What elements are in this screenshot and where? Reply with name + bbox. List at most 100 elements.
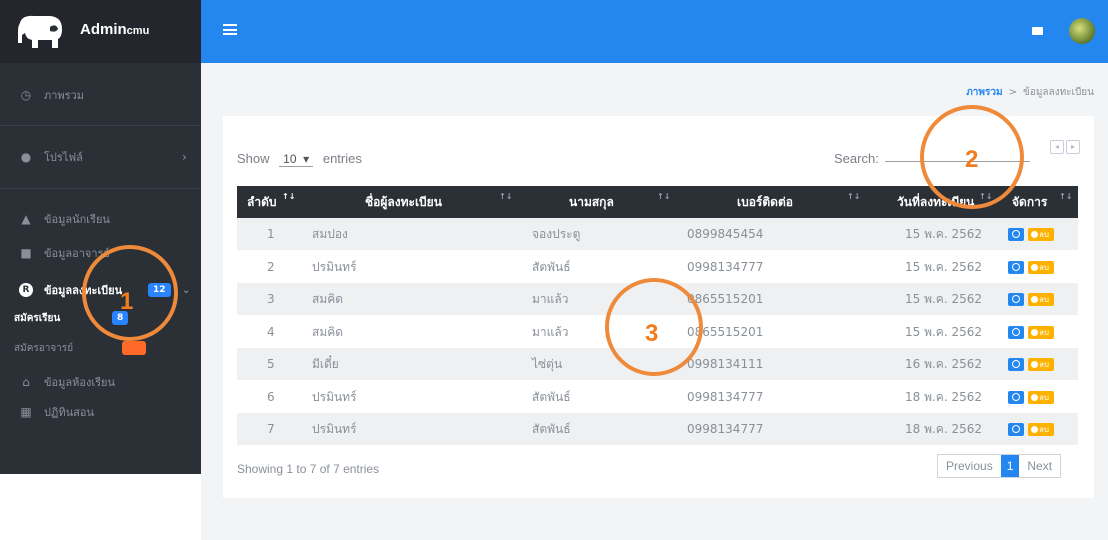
view-icon[interactable] xyxy=(1008,390,1024,404)
sidebar-item-dashboard[interactable]: ◷ ภาพรวม xyxy=(0,83,201,107)
show-entries-control: Show 10 ▾ entries xyxy=(237,151,362,167)
view-icon[interactable] xyxy=(1008,423,1024,436)
view-icon[interactable] xyxy=(1008,260,1024,274)
scroll-right-icon[interactable]: ▸ xyxy=(1066,140,1080,154)
cell-no: 6 xyxy=(267,389,275,404)
cell-date: 15 พ.ค. 2562 xyxy=(905,324,983,339)
cell-no: 5 xyxy=(267,357,275,371)
entries-select[interactable]: 10 ▾ xyxy=(279,152,314,167)
registered-icon: R xyxy=(19,283,33,297)
breadcrumb-home-link[interactable]: ภาพรวม xyxy=(966,87,1002,98)
brand-name: Admincmu xyxy=(80,21,150,38)
address-book-icon: ■ xyxy=(20,246,32,260)
divider xyxy=(0,188,201,189)
user-circle-icon: ● xyxy=(20,150,32,164)
cell-no: 3 xyxy=(267,292,275,306)
cell-date: 15 พ.ค. 2562 xyxy=(905,259,983,274)
delete-button[interactable]: ลบ xyxy=(1028,423,1054,436)
teacher-apply-badge xyxy=(122,341,146,355)
divider xyxy=(0,125,201,126)
cell-no: 2 xyxy=(267,259,275,274)
cell-phone: 0998134777 xyxy=(687,422,764,436)
column-header-name[interactable]: ชื่อผู้ลงทะเบียน xyxy=(365,186,442,218)
sidebar-item-profile[interactable]: ● โปรไฟล์ › xyxy=(0,145,201,169)
mail-icon[interactable] xyxy=(1032,27,1043,35)
column-header-surname[interactable]: นามสกุล xyxy=(569,186,614,218)
sidebar-subitem-teacher-apply[interactable]: สมัครอาจารย์ xyxy=(0,338,201,358)
table-row: 1 สมปอง จองประตู 0899845454 15 พ.ค. 2562 ลบ xyxy=(237,218,1078,250)
breadcrumb-current: ข้อมูลลงทะเบียน xyxy=(1023,87,1094,98)
calendar-icon: ▦ xyxy=(20,405,32,419)
breadcrumb: ภาพรวม > ข้อมูลลงทะเบียน xyxy=(966,85,1094,100)
sort-icon[interactable]: ↑↓ xyxy=(1059,186,1072,208)
home-icon: ⌂ xyxy=(22,375,30,389)
cell-surname: มาแล้ว xyxy=(532,324,569,339)
graduation-cap-icon: ▲ xyxy=(21,212,31,226)
sidebar-item-label: ข้อมูลห้องเรียน xyxy=(44,376,115,389)
dashboard-icon: ◷ xyxy=(20,88,32,102)
table-info: Showing 1 to 7 of 7 entries xyxy=(237,462,380,476)
cell-date: 18 พ.ค. 2562 xyxy=(905,422,983,436)
delete-button[interactable]: ลบ xyxy=(1028,325,1054,339)
chevron-down-icon: ⌄ xyxy=(182,284,191,296)
next-page-button[interactable]: Next xyxy=(1019,455,1060,477)
annotation-number-2: 2 xyxy=(965,146,979,173)
cell-name: ปรมินทร์ xyxy=(312,389,357,404)
view-icon[interactable] xyxy=(1008,358,1024,371)
cell-surname: สัตพันธ์ xyxy=(532,259,571,274)
sidebar-subitem-label: สมัครอาจารย์ xyxy=(14,342,74,354)
cell-date: 16 พ.ค. 2562 xyxy=(905,357,983,371)
entries-label: entries xyxy=(322,151,362,166)
menu-toggle-icon[interactable] xyxy=(223,24,237,35)
chevron-right-icon: › xyxy=(182,150,187,164)
topbar xyxy=(201,0,1108,63)
cell-phone: 0998134111 xyxy=(687,357,764,371)
table-row: 6 ปรมินทร์ สัตพันธ์ 0998134777 18 พ.ค. 2562 ล… xyxy=(237,380,1078,413)
view-icon[interactable] xyxy=(1008,293,1024,306)
view-icon[interactable] xyxy=(1008,325,1024,339)
delete-button[interactable]: ลบ xyxy=(1028,293,1054,306)
cell-phone: 0998134777 xyxy=(687,259,764,274)
annotation-number-1: 1 xyxy=(120,288,134,315)
cell-surname: ไซ่ตุ่น xyxy=(532,357,563,371)
avatar[interactable] xyxy=(1069,18,1095,44)
cell-name: สมคิด xyxy=(312,324,344,339)
cell-no: 1 xyxy=(267,227,275,241)
search-label: Search: xyxy=(834,151,879,166)
column-header-phone[interactable]: เบอร์ติดต่อ xyxy=(737,186,793,218)
sort-icon[interactable]: ↑↓ xyxy=(499,186,512,208)
cell-phone: 0899845454 xyxy=(687,227,764,241)
breadcrumb-separator: > xyxy=(1008,87,1017,98)
annotation-number-3: 3 xyxy=(645,320,659,347)
app-root: Admincmu ◷ ภาพรวม ● โปรไฟล์ › ▲ ข้อมูลนั… xyxy=(0,0,1108,540)
sort-icon[interactable]: ↑↓ xyxy=(847,186,860,208)
sidebar-item-label: โปรไฟล์ xyxy=(44,151,83,164)
show-label: Show xyxy=(237,151,270,166)
sort-icon[interactable]: ↑↓ xyxy=(657,186,670,208)
previous-page-button[interactable]: Previous xyxy=(938,455,1001,477)
view-icon[interactable] xyxy=(1008,228,1024,241)
scroll-left-icon[interactable]: ◂ xyxy=(1050,140,1064,154)
sort-icon[interactable]: ↑↓ xyxy=(282,186,295,208)
delete-button[interactable]: ลบ xyxy=(1028,228,1054,241)
delete-button[interactable]: ลบ xyxy=(1028,358,1054,371)
brand[interactable]: Admincmu xyxy=(0,0,201,63)
sidebar-subitem-label: สมัครเรียน xyxy=(14,312,61,324)
sidebar-item-students[interactable]: ▲ ข้อมูลนักเรียน xyxy=(0,208,201,230)
page-1-button[interactable]: 1 xyxy=(1000,455,1020,477)
column-header-no[interactable]: ลำดับ xyxy=(247,186,277,218)
cell-date: 15 พ.ค. 2562 xyxy=(905,292,983,306)
sidebar-item-classrooms[interactable]: ⌂ ข้อมูลห้องเรียน xyxy=(0,371,201,393)
cell-date: 18 พ.ค. 2562 xyxy=(905,389,983,404)
cell-phone: 0998134777 xyxy=(687,389,764,404)
delete-button[interactable]: ลบ xyxy=(1028,260,1054,274)
delete-button[interactable]: ลบ xyxy=(1028,390,1054,404)
sidebar-item-calendar[interactable]: ▦ ปฏิทินสอน xyxy=(0,401,201,423)
cell-name: มีเดี๋ย xyxy=(312,357,339,371)
cell-date: 15 พ.ค. 2562 xyxy=(905,227,983,241)
elephant-logo-icon xyxy=(18,15,62,48)
sidebar: Admincmu ◷ ภาพรวม ● โปรไฟล์ › ▲ ข้อมูลนั… xyxy=(0,0,201,474)
cell-surname: สัตพันธ์ xyxy=(532,422,571,436)
cell-no: 7 xyxy=(267,422,275,436)
cell-name: สมคิด xyxy=(312,292,344,306)
